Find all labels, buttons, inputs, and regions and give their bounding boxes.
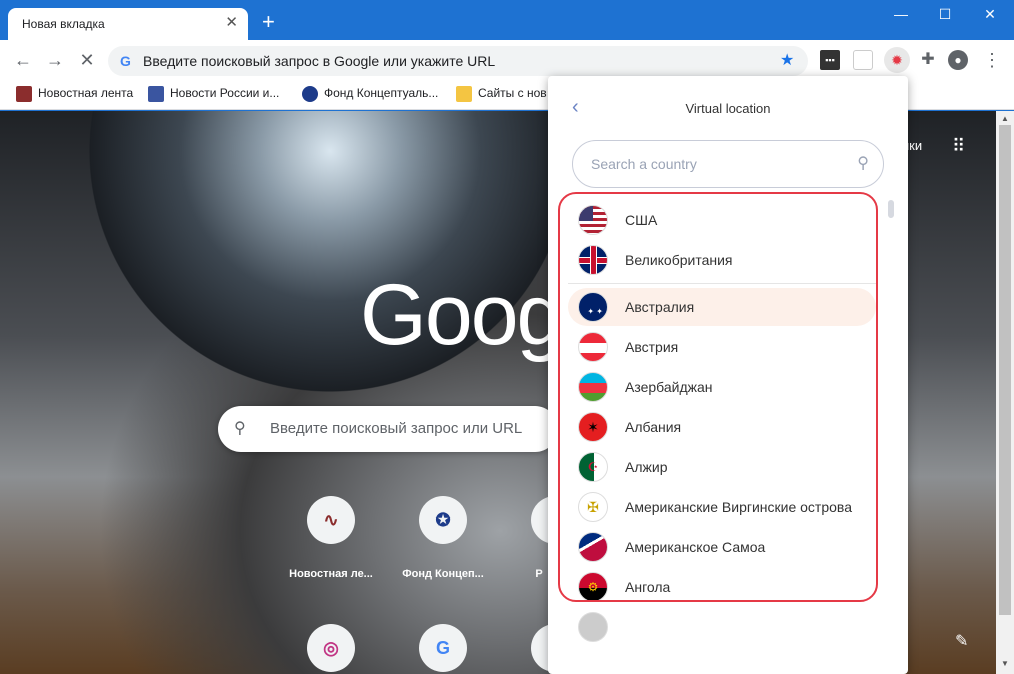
browser-toolbar: ← → ✕ G Введите поисковый запрос в Googl… (0, 40, 1014, 113)
country-search-placeholder: Search a country (591, 156, 697, 172)
bookmark-favicon-icon (148, 86, 164, 102)
bookmark-item[interactable]: Новости России и... (148, 86, 279, 102)
menu-icon[interactable]: ⋮ (982, 50, 1002, 70)
folder-icon (456, 86, 472, 102)
window-close-button[interactable]: ✕ (975, 6, 1005, 23)
back-icon[interactable]: ← (12, 50, 34, 71)
maximize-button[interactable]: ☐ (930, 6, 960, 23)
shortcut-label: Фонд Концеп... (402, 568, 484, 580)
scroll-up-icon[interactable]: ▲ (1001, 114, 1009, 123)
instagram-tile[interactable]: ◎ (307, 624, 355, 672)
minimize-button[interactable]: — (886, 6, 916, 22)
browser-tab[interactable]: Новая вкладка ✕ (8, 8, 248, 40)
customize-pencil-icon[interactable]: ✎ (955, 631, 968, 651)
bookmark-favicon-icon (302, 86, 318, 102)
list-scrollbar[interactable] (888, 200, 894, 218)
virtual-location-popup: ‹ Virtual location Search a country ⚲ СШ… (548, 76, 908, 674)
stop-icon[interactable]: ✕ (76, 50, 98, 71)
country-search-input[interactable]: Search a country ⚲ (572, 140, 884, 188)
new-tab-button[interactable]: + (262, 11, 275, 33)
google-icon: G (120, 53, 131, 69)
red-highlight-annotation (558, 192, 878, 602)
extension-menu-icon[interactable]: ▪▪▪ (820, 50, 840, 70)
search-icon: ⚲ (234, 420, 246, 437)
google-logo: Goog (360, 267, 564, 363)
bookmark-favicon-icon (16, 86, 32, 102)
page-scrollbar[interactable]: ▲ ▼ (996, 111, 1014, 674)
scroll-down-icon[interactable]: ▼ (1001, 659, 1009, 668)
extension-page-icon[interactable] (853, 50, 873, 70)
bookmark-label: Новости России и... (170, 86, 280, 101)
scroll-thumb[interactable] (999, 125, 1011, 615)
google-tile[interactable]: G (419, 624, 467, 672)
popup-title: Virtual location (685, 101, 771, 116)
shortcut-tile[interactable]: ∿ (307, 496, 355, 544)
search-icon: ⚲ (857, 155, 869, 172)
ntp-search-placeholder: Введите поисковый запрос или URL (270, 420, 523, 437)
bookmark-label: Сайты с нов (478, 86, 547, 101)
bookmark-star-icon[interactable]: ★ (780, 50, 794, 70)
shortcut-label: Новостная ле... (289, 568, 373, 580)
title-bar: Новая вкладка ✕ + — ☐ ✕ (0, 0, 1014, 40)
bookmark-label: Фонд Концептуаль... (324, 86, 439, 101)
profile-icon[interactable]: ● (948, 50, 968, 70)
apps-grid-icon[interactable]: ⠿ (952, 136, 965, 157)
tab-title: Новая вкладка (22, 17, 105, 31)
tab-close-icon[interactable]: ✕ (225, 15, 238, 31)
bookmark-item[interactable]: Новостная лента (16, 86, 133, 102)
ntp-search-box[interactable]: ⚲ Введите поисковый запрос или URL (218, 406, 558, 452)
bookmark-item[interactable]: Фонд Концептуаль... (302, 86, 438, 102)
bookmark-label: Новостная лента (38, 86, 134, 101)
bookmark-folder[interactable]: Сайты с нов (456, 86, 547, 102)
country-item-partial[interactable] (568, 608, 876, 646)
flag-icon (578, 612, 608, 642)
shortcut-tile[interactable]: ✪ (419, 496, 467, 544)
address-bar[interactable]: G Введите поисковый запрос в Google или … (108, 46, 808, 76)
puzzle-icon[interactable]: ✚ (918, 50, 938, 70)
forward-icon[interactable]: → (44, 50, 66, 71)
address-bar-text: Введите поисковый запрос в Google или ук… (143, 53, 496, 69)
vpn-extension-icon[interactable]: ✹ (884, 47, 910, 73)
